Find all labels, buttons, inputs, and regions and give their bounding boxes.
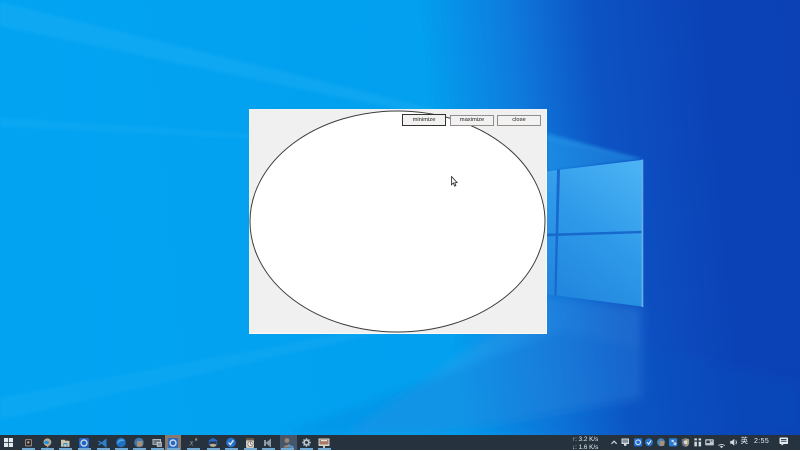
svg-text:x: x (189, 438, 194, 448)
